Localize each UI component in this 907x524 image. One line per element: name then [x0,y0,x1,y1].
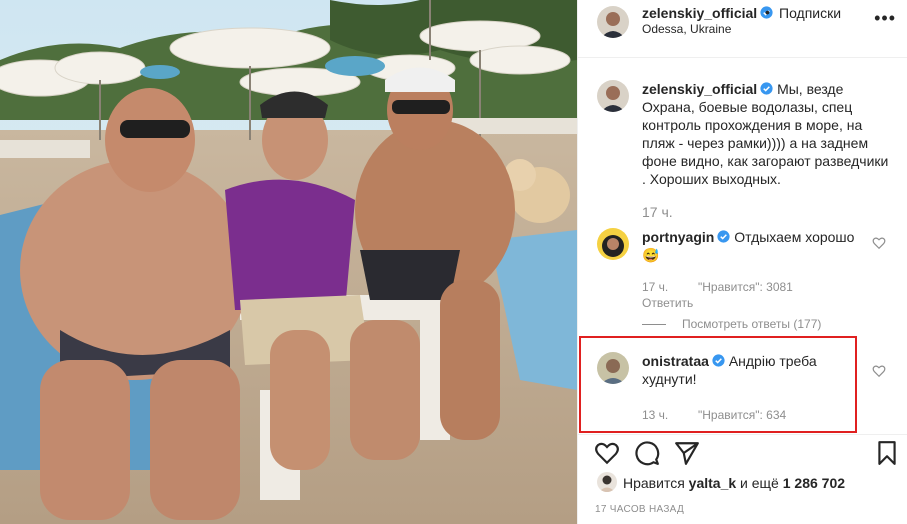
liker-username[interactable]: yalta_k [689,475,736,491]
reply-button[interactable]: Ответить [642,296,693,310]
caption-time[interactable]: 17 ч. [642,204,673,220]
comment-username[interactable]: portnyagin [642,229,714,245]
caption-text-block: zelenskiy_official Мы, везде Охрана, бое… [642,80,892,188]
share-icon[interactable] [674,440,700,466]
comment-likes[interactable]: "Нравится": 3081 [698,280,793,294]
separator-dot: • [765,4,770,20]
divider-line [642,324,666,326]
beach-photo-image [0,0,577,524]
likes-count[interactable]: 1 286 702 [783,475,845,491]
author-username[interactable]: zelenskiy_official [642,5,773,21]
heart-icon[interactable] [872,236,886,250]
likes-prefix: Нравится [623,475,685,491]
following-button[interactable]: Подписки [779,5,841,21]
liker-avatar[interactable] [597,472,617,492]
post-timestamp[interactable]: 17 ЧАСОВ НАЗАД [595,504,684,515]
author-username-text[interactable]: zelenskiy_official [642,5,757,21]
post-location[interactable]: Odessa, Ukraine [642,22,731,36]
post-side-panel: zelenskiy_official • Подписки Odessa, Uk… [577,0,907,524]
comment-time[interactable]: 17 ч. [642,280,668,294]
likes-text: Нравится yalta_k и ещё 1 286 702 [623,475,845,491]
heart-icon[interactable] [594,440,620,466]
verified-icon [760,82,773,95]
post-header: zelenskiy_official • Подписки Odessa, Uk… [578,0,907,58]
likes-suffix: и ещё [740,475,779,491]
highlight-box [579,336,857,433]
post-photo[interactable] [0,0,577,524]
comment-avatar[interactable] [597,228,629,260]
heart-icon[interactable] [872,364,886,378]
caption-avatar[interactable] [597,80,629,112]
comment-icon[interactable] [634,440,660,466]
caption-username[interactable]: zelenskiy_official [642,81,757,97]
verified-icon [717,230,730,243]
author-avatar[interactable] [597,6,629,38]
view-replies-label[interactable]: Посмотреть ответы (177) [682,317,821,331]
comment-text-block: portnyagin Отдыхаем хорошо 😅 [642,228,872,264]
likes-summary: Нравится yalta_k и ещё 1 286 702 [578,472,907,496]
view-replies-button[interactable]: Посмотреть ответы (177) [642,317,821,331]
action-bar [578,434,907,474]
more-options-icon[interactable]: ••• [874,8,896,29]
bookmark-icon[interactable] [874,440,900,466]
